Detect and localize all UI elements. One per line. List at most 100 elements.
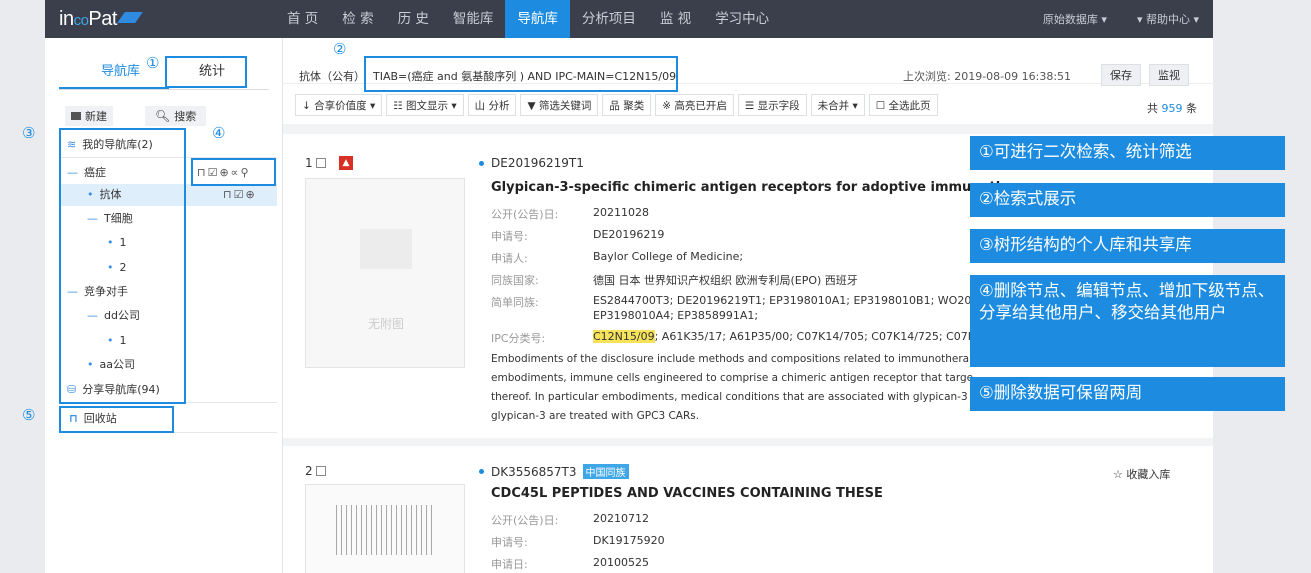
ipc-rest: ; A61K35/17; A61P35/00; C07K14/705; C07K…	[654, 330, 989, 343]
logo-mark-icon	[117, 12, 143, 23]
china-family-badge: 中国同族	[582, 464, 629, 479]
nav-search[interactable]: 检 索	[330, 0, 385, 38]
nav-right-group: 原始数据库 ▾ ▾ 帮助中心 ▾	[1043, 0, 1199, 38]
database-dropdown[interactable]: 原始数据库 ▾	[1043, 11, 1107, 27]
search-button[interactable]: 🔍︎ 搜索	[145, 106, 207, 126]
filter-keywords-button[interactable]: ▼ 筛选关键词	[520, 94, 599, 116]
select-page-button[interactable]: ☐ 全选此页	[868, 94, 938, 116]
bullet-icon	[479, 161, 484, 166]
thumbnail-placeholder: 无附图	[305, 178, 465, 368]
save-button[interactable]: 保存	[1101, 64, 1141, 86]
logo-text-post: Pat	[88, 8, 117, 30]
nav-history[interactable]: 历 史	[386, 0, 441, 38]
analysis-button[interactable]: 山 分析	[467, 94, 517, 116]
tab-navigation-library[interactable]: 导航库	[101, 60, 140, 79]
annotation-number-3: ③	[22, 124, 36, 142]
screen-frame: incoPat 首 页 检 索 历 史 智能库 导航库 分析项目 监 视 学习中…	[0, 0, 1311, 573]
record-index: 2	[305, 464, 327, 478]
field-value: EP3198010A4; EP3858991A1;	[593, 309, 759, 322]
annotation-box-query	[364, 56, 678, 92]
result-toolbar: ↓ 合享价值度 ▾ ☷ 图文显示 ▾ 山 分析 ▼ 筛选关键词 品 聚类 ※ 高…	[295, 94, 938, 118]
field-value: 德国 日本 世界知识产权组织 欧洲专利局(EPO) 西班牙	[593, 274, 858, 287]
display-fields-button[interactable]: ☰ 显示字段	[737, 94, 807, 116]
field-label: 同族国家:	[491, 274, 539, 287]
field-label: 申请号:	[491, 536, 528, 549]
monitor-button[interactable]: 监视	[1149, 64, 1189, 86]
brand-logo[interactable]: incoPat	[59, 8, 143, 31]
nav-analysis[interactable]: 分析项目	[570, 0, 648, 38]
annotation-number-5: ⑤	[22, 406, 36, 424]
drawing-thumbnail[interactable]	[305, 484, 465, 573]
nav-learning[interactable]: 学习中心	[703, 0, 781, 38]
view-mode-dropdown[interactable]: ☷ 图文显示 ▾	[386, 94, 464, 116]
callout-2: ②检索式展示	[970, 183, 1285, 217]
field-label: 申请日:	[491, 558, 528, 571]
new-button-label: 新建	[85, 110, 107, 123]
main-menu: 首 页 检 索 历 史 智能库 导航库 分析项目 监 视 学习中心	[275, 0, 781, 38]
logo-text-pre: in	[59, 8, 74, 30]
patent-number-row: DK3556857T3 中国同族	[491, 464, 629, 479]
annotation-number-1: ①	[146, 54, 160, 72]
annotation-box-node-actions	[191, 158, 276, 186]
result-count: 共 959 条	[1147, 100, 1197, 116]
separator-bar	[283, 438, 1213, 446]
callout-5: ⑤删除数据可保留两周	[970, 377, 1285, 411]
add-to-favorites-button[interactable]: ☆ 收藏入库	[1113, 466, 1170, 482]
node-actions-antibody[interactable]: ⊓☑⊕	[223, 188, 257, 201]
patent-title[interactable]: CDC45L PEPTIDES AND VACCINES CONTAINING …	[491, 486, 883, 501]
top-navbar: incoPat 首 页 检 索 历 史 智能库 导航库 分析项目 监 视 学习中…	[45, 0, 1213, 38]
record-num: 1	[305, 156, 313, 170]
highlight-toggle[interactable]: ※ 高亮已开启	[655, 94, 734, 116]
help-center-dropdown[interactable]: ▾ 帮助中心 ▾	[1137, 11, 1199, 27]
nav-smart-library[interactable]: 智能库	[441, 0, 506, 38]
callout-3: ③树形结构的个人库和共享库	[970, 229, 1285, 263]
count-prefix: 共	[1147, 102, 1158, 115]
new-button[interactable]: 新建	[65, 106, 113, 126]
separator-bar	[283, 124, 1213, 134]
field-value: Baylor College of Medicine;	[593, 250, 744, 263]
merge-select[interactable]: 未合并 ▾	[810, 94, 865, 116]
field-label: 简单同族:	[491, 296, 539, 309]
active-tab-indicator	[59, 87, 169, 89]
logo-text-mid: co	[73, 12, 89, 29]
nav-home[interactable]: 首 页	[275, 0, 330, 38]
field-value: DK19175920	[593, 534, 665, 547]
pdf-icon[interactable]: ▲	[339, 156, 353, 170]
callout-4: ④删除节点、编辑节点、增加下级节点、分享给其他用户、移交给其他用户	[970, 275, 1285, 367]
annotation-number-4: ④	[212, 124, 226, 142]
record-index: 1	[305, 156, 327, 170]
folder-plus-icon	[71, 112, 81, 120]
image-placeholder-icon	[360, 229, 412, 269]
patent-title[interactable]: Glypican-3-specific chimeric antigen rec…	[491, 180, 1029, 195]
checkbox[interactable]	[316, 466, 327, 476]
search-icon: 🔍︎	[155, 109, 171, 123]
patent-number[interactable]: DK3556857T3	[491, 465, 577, 479]
nav-monitor[interactable]: 监 视	[648, 0, 703, 38]
callout-1: ①可进行二次检索、统计筛选	[970, 136, 1285, 170]
highlighted-ipc: C12N15/09	[593, 330, 655, 343]
search-button-label: 搜索	[174, 110, 197, 123]
checkbox[interactable]	[316, 158, 327, 168]
count-suffix: 条	[1186, 102, 1197, 115]
field-value-ipc: C12N15/09; A61K35/17; A61P35/00; C07K14/…	[593, 330, 989, 343]
field-value: ES2844700T3; DE20196219T1; EP3198010A1; …	[593, 294, 1000, 307]
annotation-box-recycle	[59, 406, 174, 433]
sort-value-dropdown[interactable]: ↓ 合享价值度 ▾	[295, 94, 383, 116]
nav-navigation-library[interactable]: 导航库	[505, 0, 570, 38]
count-value: 959	[1161, 102, 1183, 115]
record-num: 2	[305, 464, 313, 478]
field-label: 公开(公告)日:	[491, 514, 559, 527]
annotation-number-2: ②	[333, 40, 347, 58]
field-label: 申请号:	[491, 230, 528, 243]
patent-number[interactable]: DE20196219T1	[491, 156, 584, 170]
bullet-icon	[479, 469, 484, 474]
field-value: 20210712	[593, 512, 649, 525]
drawing-chart-icon	[336, 505, 436, 555]
field-value: 20211028	[593, 206, 649, 219]
annotation-box-statistics	[165, 56, 247, 88]
field-label: 申请人:	[491, 252, 528, 265]
cluster-button[interactable]: 品 聚类	[602, 94, 652, 116]
field-label: 公开(公告)日:	[491, 208, 559, 221]
annotation-box-tree	[59, 128, 186, 404]
last-view-time: 上次浏览: 2019-08-09 16:38:51	[903, 70, 1072, 83]
